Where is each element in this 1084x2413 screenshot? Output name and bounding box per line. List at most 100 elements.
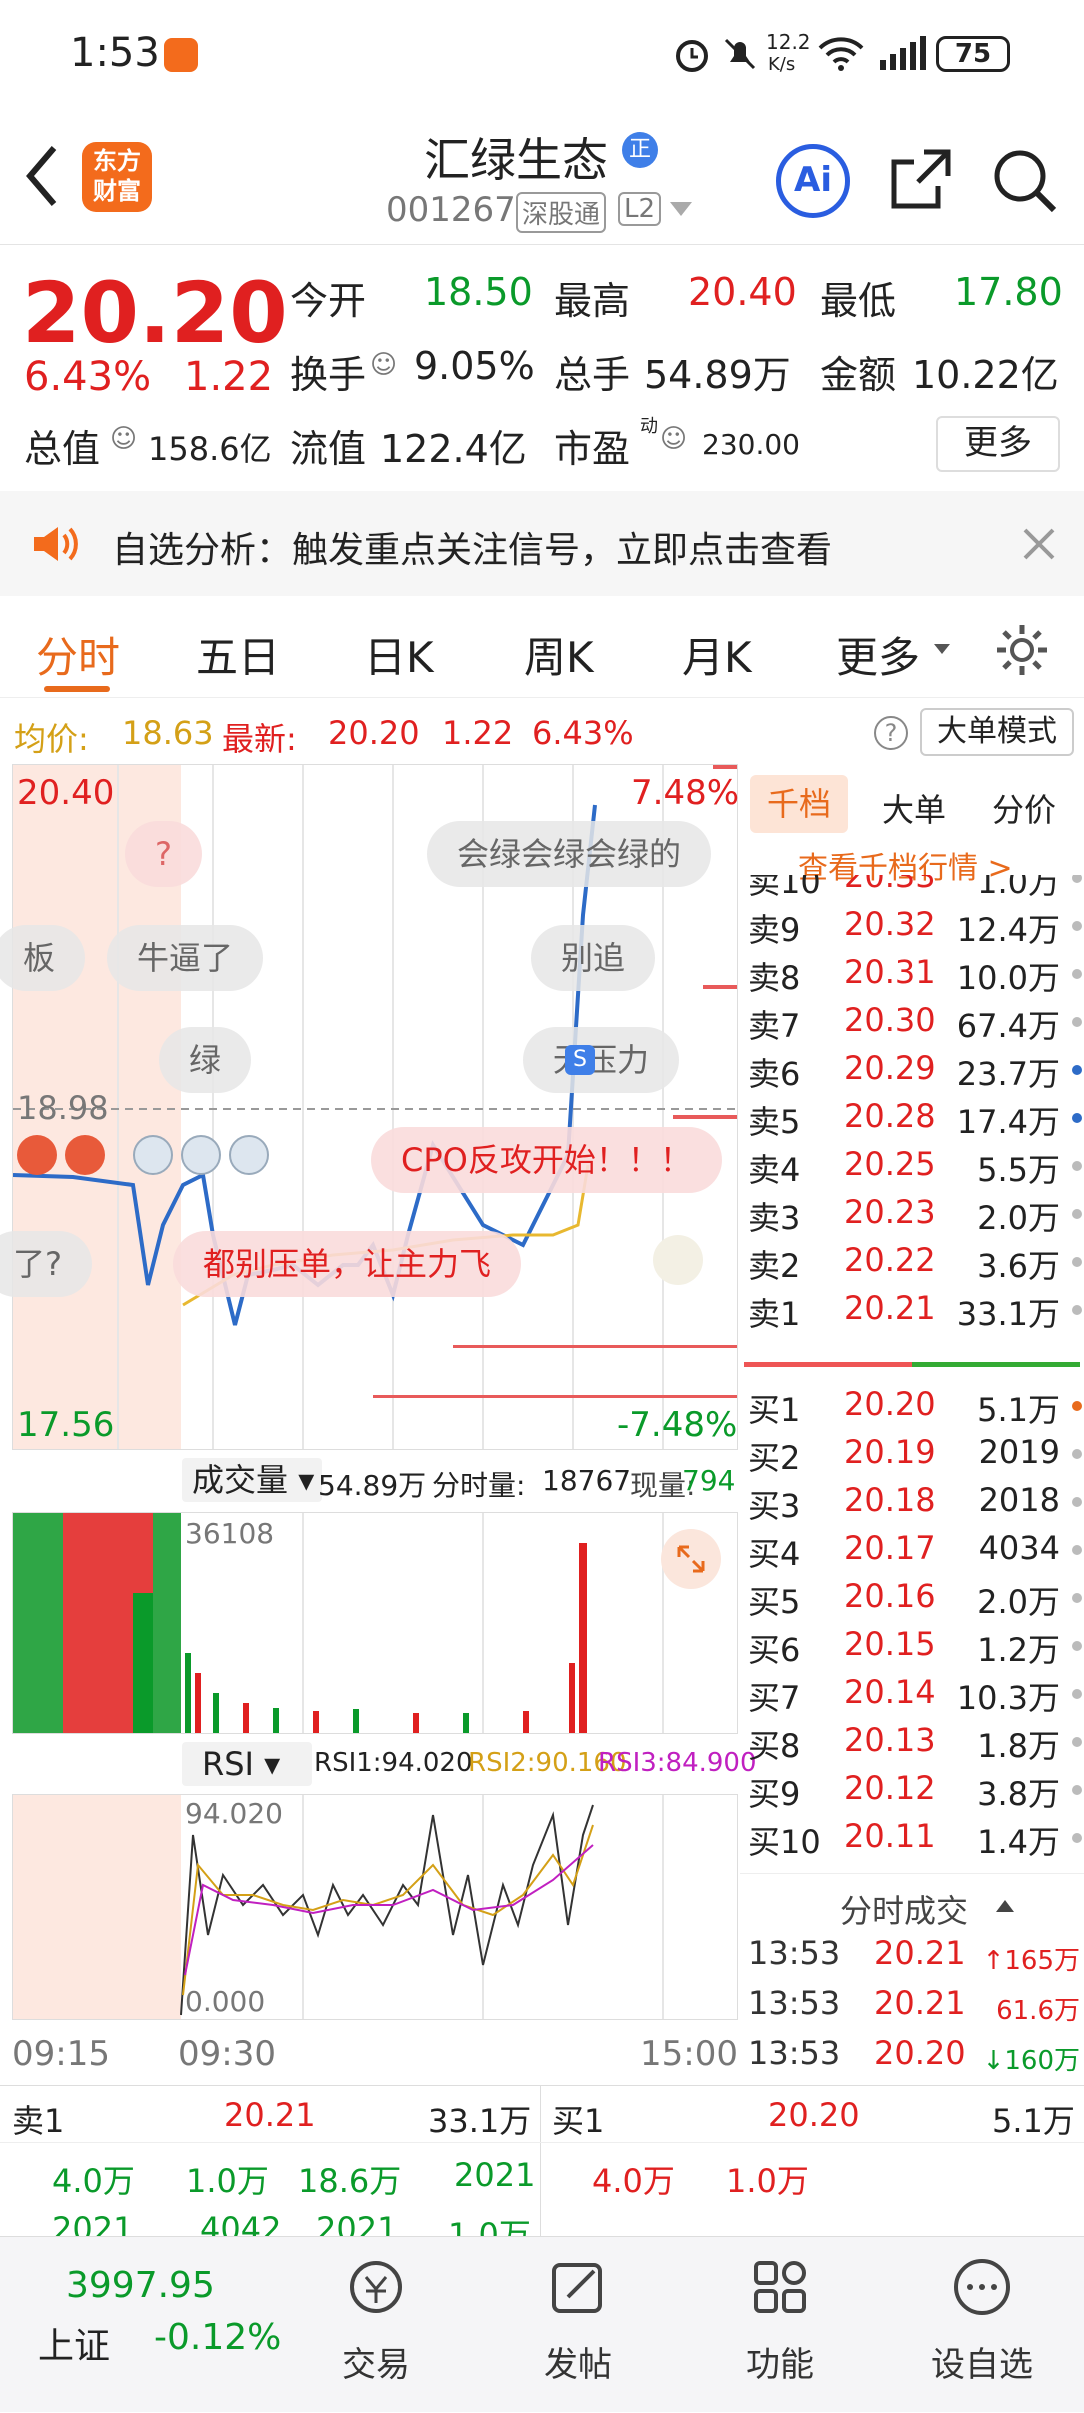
search-icon[interactable] [990, 146, 1060, 216]
time-open: 09:30 [178, 2034, 276, 2074]
net-speed-top: 12.2 [766, 30, 811, 54]
tab-depth[interactable]: 千档 [750, 775, 848, 833]
comment-bubble[interactable]: 都别压单，让主力飞 [173, 1231, 522, 1297]
settings-icon[interactable] [994, 622, 1050, 678]
app-logo[interactable]: 东方 财富 [82, 142, 152, 212]
bid-row[interactable]: 买5 20.16 2.0万 [740, 1577, 1084, 1625]
ask-row[interactable]: 卖8 20.31 10.0万 [740, 953, 1084, 1001]
bid-row[interactable]: 买3 20.18 2018 [740, 1481, 1084, 1529]
bid-volume: 2019 [978, 1433, 1060, 1471]
tab-add-watchlist[interactable]: 设自选 [882, 2237, 1082, 2413]
tab-more[interactable]: 更多 [836, 624, 920, 685]
trade-row: 13:53 20.21 61.6万 [740, 1984, 1084, 2032]
caret-up-icon [996, 1900, 1014, 1912]
bid-row[interactable]: 买7 20.14 10.3万 [740, 1673, 1084, 1721]
ask-row[interactable]: 卖6 20.29 23.7万 [740, 1049, 1084, 1097]
ask-row[interactable]: 卖5 20.28 17.4万 [740, 1097, 1084, 1145]
comment-bubble[interactable]: CPO反攻开始！！！ [371, 1127, 722, 1193]
rsi-indicator-select[interactable]: RSI ▾ [182, 1742, 312, 1786]
comment-bubble[interactable]: 会绿会绿会绿的 [427, 821, 712, 887]
notice-banner[interactable]: 自选分析：触发重点关注信号，立即点击查看 [0, 491, 1084, 596]
ask-row[interactable]: 卖9 20.32 12.4万 [740, 905, 1084, 953]
volume-value: 54.89万 [644, 353, 791, 397]
index-ticker[interactable]: 3997.95 上证 -0.12% [0, 2237, 281, 2413]
volume-label: 总手 [554, 353, 631, 397]
comment-bubble[interactable]: 板 [0, 925, 86, 991]
ask-row[interactable]: 卖3 20.23 2.0万 [740, 1193, 1084, 1241]
chevron-down-icon[interactable] [670, 202, 692, 218]
bid-row[interactable]: 买10 20.11 1.4万 [740, 1817, 1084, 1865]
bid-level: 买3 [748, 1487, 801, 1525]
comment-bubble[interactable]: 牛逼了 [107, 925, 264, 991]
big-order-mode-button[interactable]: 大单模式 [920, 708, 1074, 756]
tab-big-order[interactable]: 大单 [882, 785, 946, 831]
comment-bubble[interactable]: 了? [0, 1231, 92, 1297]
ask-list: 卖10 20.33 1.0万 卖9 20.32 12.4万 卖8 20.31 10.0万 卖7 20… [740, 875, 1084, 1355]
tab-trade[interactable]: 交易 [276, 2237, 476, 2413]
post-icon [552, 2263, 602, 2313]
tab-5day[interactable]: 五日 [196, 624, 280, 685]
comment-bubble[interactable]: 别追 [531, 925, 656, 991]
volume-chart[interactable]: 36108 [12, 1512, 738, 1734]
price-chart[interactable]: 20.40 17.56 7.48% -7.48% 18.98 ? 会绿会绿会绿的… [0, 764, 739, 1450]
rsi-chart[interactable]: 94.020 0.000 [12, 1794, 738, 2020]
tab-weekly[interactable]: 周K [524, 624, 594, 685]
bid-price: 20.17 [844, 1529, 936, 1567]
battery-icon: 75 [936, 36, 1010, 72]
bid-level: 买7 [748, 1679, 801, 1717]
info-icon[interactable]: ☺ [110, 424, 137, 454]
ask-row[interactable]: 卖10 20.33 1.0万 [740, 875, 1084, 905]
bid-row[interactable]: 买8 20.13 1.8万 [740, 1721, 1084, 1769]
status-dot [1072, 1401, 1082, 1411]
bid-row[interactable]: 买6 20.15 1.2万 [740, 1625, 1084, 1673]
alarm-icon [676, 40, 708, 72]
more-button[interactable]: 更多 [936, 416, 1060, 472]
close-icon[interactable] [1022, 527, 1056, 561]
change-amount: 1.22 [184, 354, 274, 400]
tab-post[interactable]: 发帖 [478, 2237, 678, 2413]
ask-level: 卖3 [748, 1199, 801, 1237]
bid-list: 买1 20.20 5.1万 买2 20.19 2019 买3 20.18 2018 买4 20.17… [740, 1385, 1084, 1875]
back-icon[interactable] [22, 144, 62, 208]
ask-row[interactable]: 卖7 20.30 67.4万 [740, 1001, 1084, 1049]
rsi-label: RSI [202, 1745, 254, 1783]
ask-price: 20.25 [844, 1145, 936, 1183]
bid-row[interactable]: 买4 20.17 4034 [740, 1529, 1084, 1577]
mcap-value: 158.6亿 [148, 430, 272, 468]
share-icon[interactable] [888, 146, 954, 212]
rsi-header: RSI ▾ RSI1:94.020 RSI2:90.160 RSI3:84.90… [12, 1736, 757, 1794]
bid-row[interactable]: 买1 20.20 5.1万 [740, 1385, 1084, 1433]
info-icon[interactable]: ☺ [370, 350, 397, 380]
ask-row[interactable]: 卖1 20.21 33.1万 [740, 1289, 1084, 1337]
stock-code: 001267 [386, 190, 516, 230]
expand-icon[interactable] [659, 1527, 723, 1591]
avatar[interactable] [653, 1235, 703, 1285]
tab-intraday[interactable]: 分时 [36, 624, 120, 685]
status-dot [1072, 1209, 1082, 1219]
tab-functions[interactable]: 功能 [680, 2237, 880, 2413]
pe-label: 市盈 [554, 427, 631, 471]
comment-bubble[interactable]: 绿 [159, 1027, 252, 1093]
trades-title[interactable]: 分时成交 [840, 1886, 968, 1932]
ask-row[interactable]: 卖2 20.22 3.6万 [740, 1241, 1084, 1289]
ask1-label: 卖1 [12, 2102, 65, 2140]
status-dot [1072, 875, 1082, 883]
comment-bubble[interactable]: ? [125, 821, 202, 887]
comment-bubble[interactable]: 无压力 [523, 1027, 680, 1093]
ai-button[interactable]: Ai [776, 144, 850, 218]
event-marker-icon[interactable]: S [565, 1045, 595, 1075]
ask-volume: 33.1万 [956, 1295, 1060, 1333]
tab-add-watchlist-label: 设自选 [931, 2345, 1033, 2385]
ask-row[interactable]: 卖4 20.25 5.5万 [740, 1145, 1084, 1193]
help-icon[interactable]: ? [874, 716, 908, 750]
tab-daily[interactable]: 日K [364, 624, 434, 685]
tab-price-dist[interactable]: 分价 [992, 785, 1056, 831]
volume-indicator-select[interactable]: 成交量 ▾ [182, 1458, 322, 1502]
bid-row[interactable]: 买9 20.12 3.8万 [740, 1769, 1084, 1817]
tab-monthly[interactable]: 月K [682, 624, 752, 685]
ask-price: 20.31 [844, 953, 936, 991]
ask-volume: 67.4万 [956, 1007, 1060, 1045]
bid-row[interactable]: 买2 20.19 2019 [740, 1433, 1084, 1481]
volume-total: 54.89万 [318, 1469, 427, 1502]
info-icon[interactable]: ☺ [660, 424, 687, 454]
